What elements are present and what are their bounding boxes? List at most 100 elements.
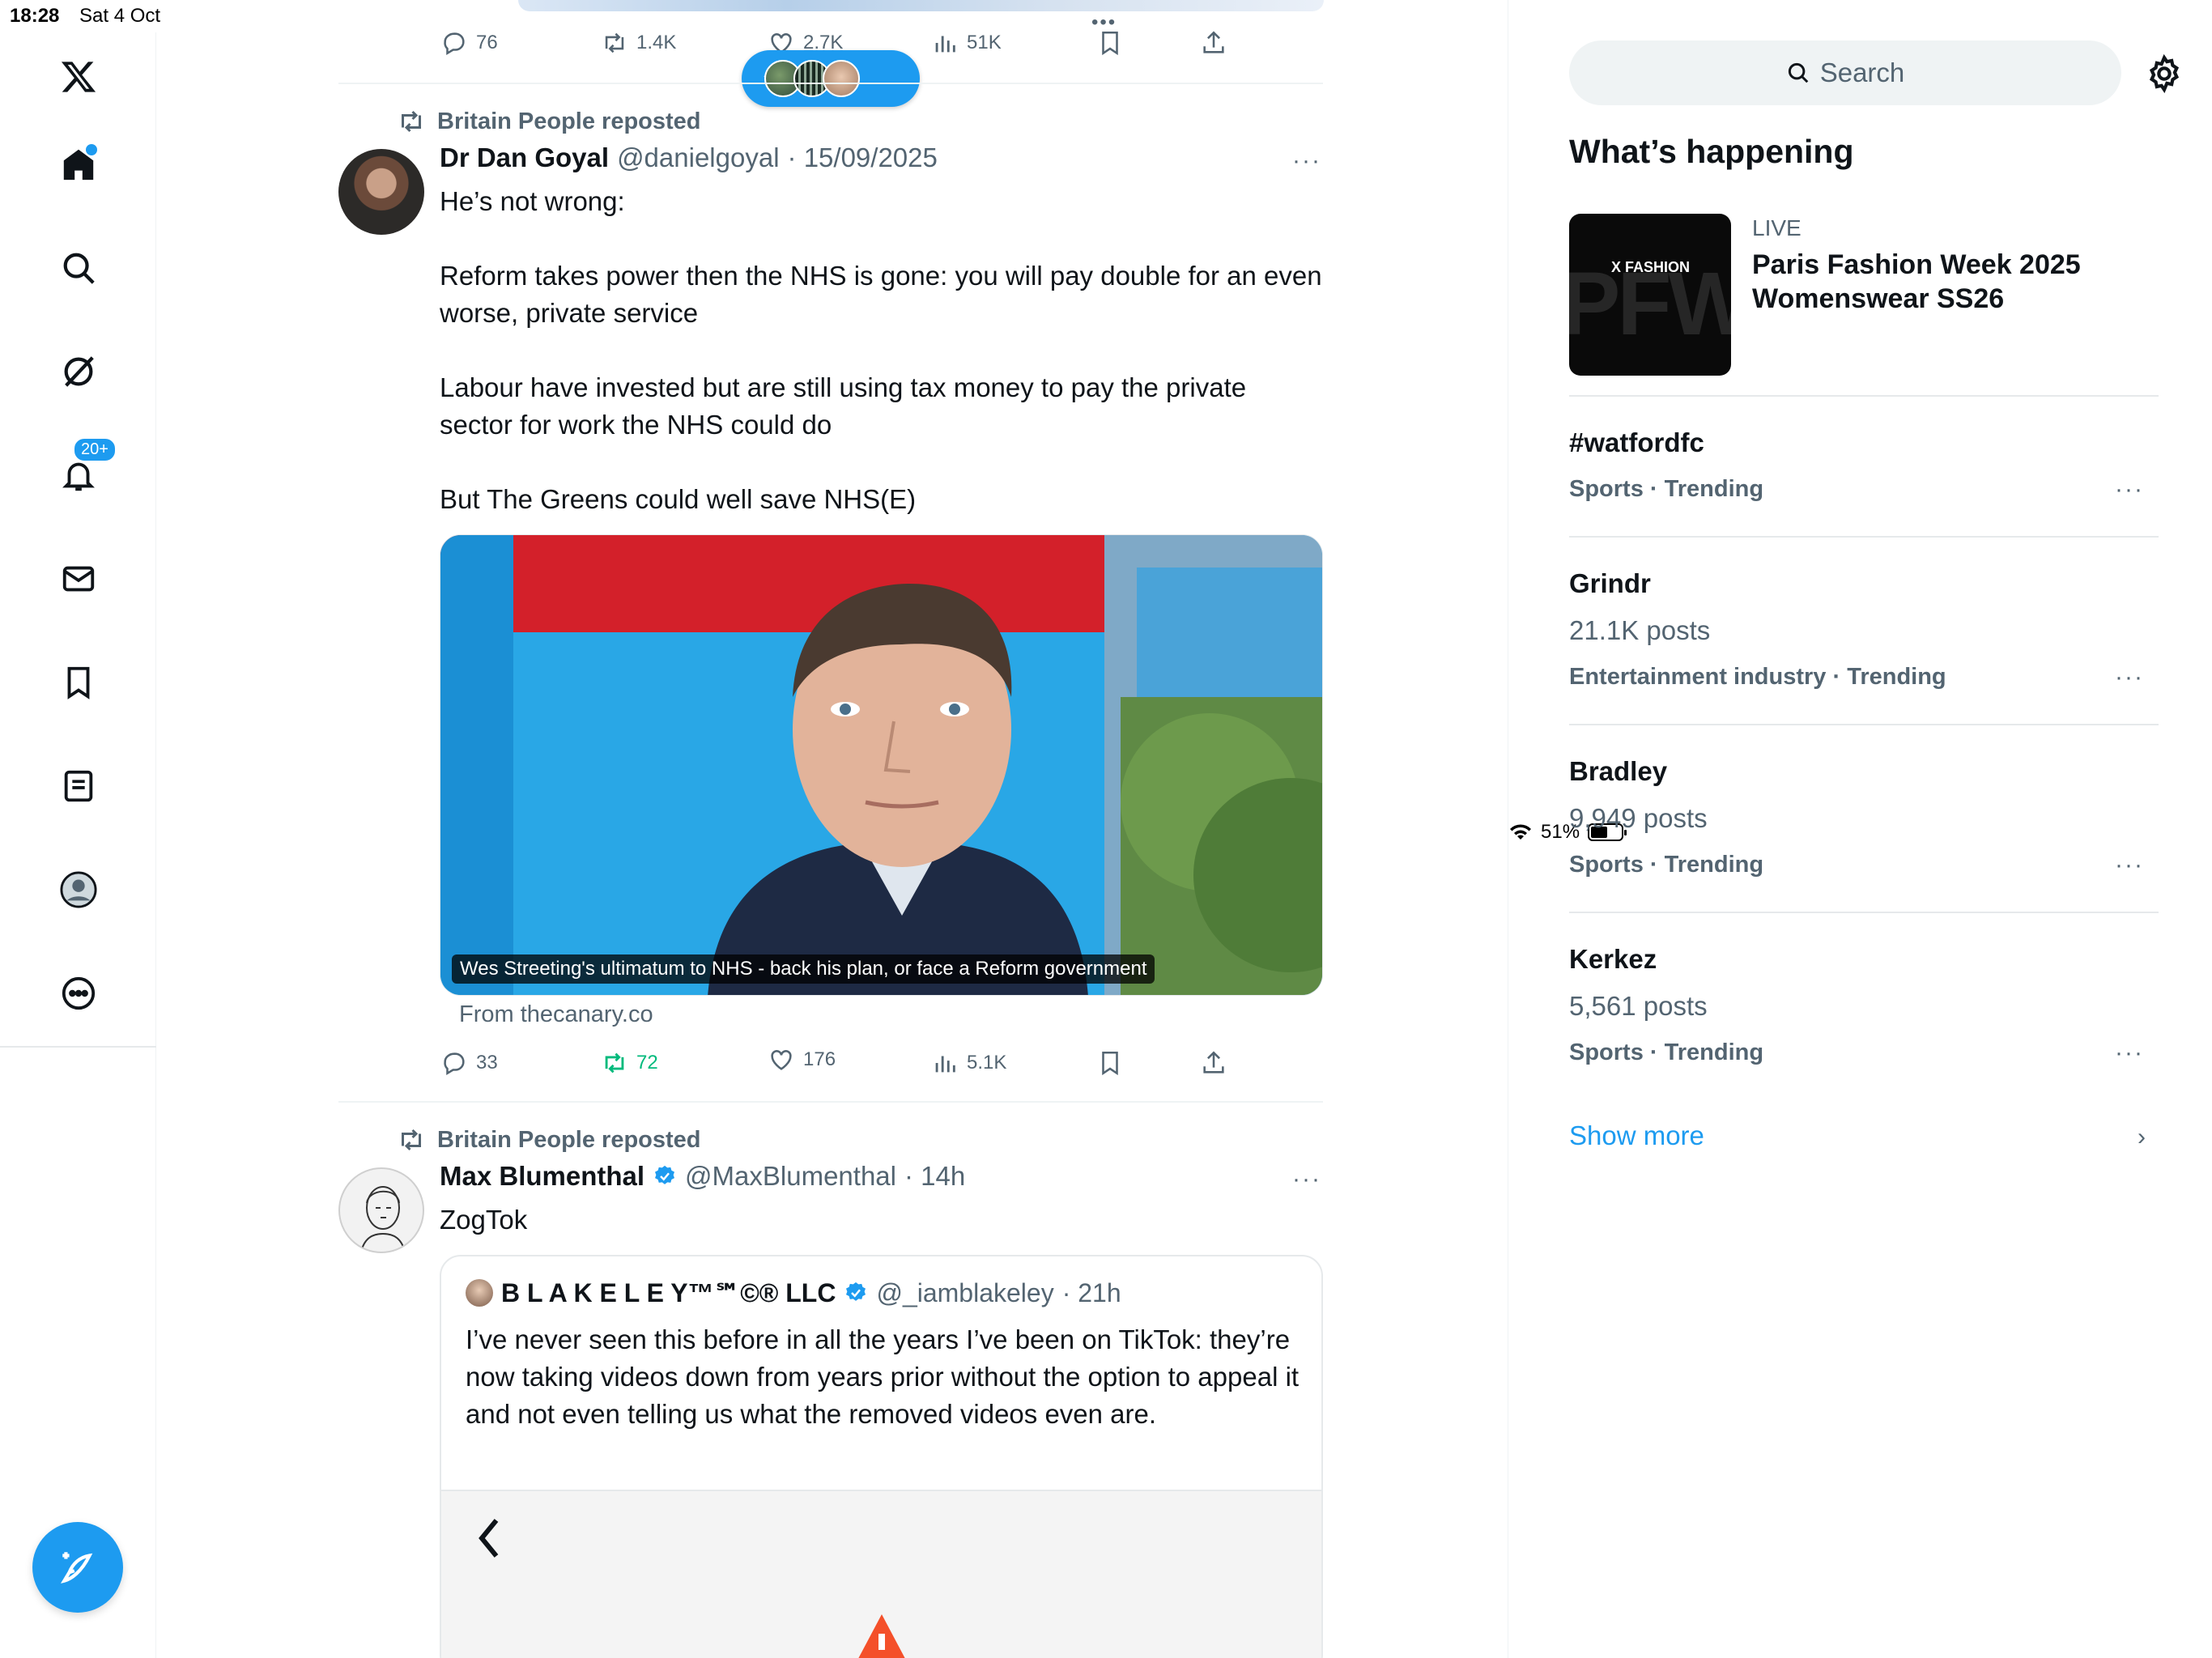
bookmark-button[interactable] xyxy=(1096,1049,1124,1077)
show-more-link[interactable]: Show more xyxy=(1569,1120,1704,1151)
bookmark-icon xyxy=(1102,31,1118,56)
trend-divider xyxy=(1569,536,2159,538)
nav-divider xyxy=(0,1046,156,1048)
bookmark-button-top[interactable] xyxy=(1096,29,1124,57)
views-button-top[interactable]: 51K xyxy=(931,29,1002,57)
settings-gear-icon[interactable] xyxy=(2144,53,2184,94)
featured-trend-live-label: LIVE xyxy=(1752,215,1802,240)
trend-more-icon[interactable]: ··· xyxy=(2115,664,2144,691)
lists-icon[interactable] xyxy=(50,758,107,814)
x-logo-icon[interactable] xyxy=(50,49,107,105)
tweet-divider xyxy=(338,1101,1323,1103)
search-placeholder: Search xyxy=(1819,57,1905,87)
more-icon[interactable] xyxy=(50,965,107,1022)
views-icon xyxy=(935,1056,955,1073)
repost-button[interactable]: 72 xyxy=(601,1049,658,1077)
share-button[interactable] xyxy=(1200,1049,1227,1077)
quoted-tweet-card[interactable]: B L A K E L E Y™℠©® LLC @_iamblakeley · … xyxy=(440,1255,1323,1658)
tweet-author-avatar[interactable] xyxy=(338,149,424,235)
compose-post-button[interactable] xyxy=(32,1522,123,1613)
repost-icon xyxy=(605,32,624,53)
tweet-date[interactable]: · 14h xyxy=(904,1161,965,1192)
trend-more-icon[interactable]: ··· xyxy=(2115,476,2144,504)
search-icon xyxy=(1788,62,1809,83)
tweet-link-card-image[interactable]: Wes Streeting's ultimatum to NHS - back … xyxy=(440,534,1323,996)
quoted-author-handle: @_iamblakeley xyxy=(876,1278,1054,1307)
bookmarks-icon[interactable] xyxy=(50,654,107,711)
tweet-text: ZogTok xyxy=(440,1205,528,1235)
back-chevron-icon[interactable] xyxy=(474,1516,506,1561)
grok-icon[interactable] xyxy=(50,343,107,400)
home-icon[interactable] xyxy=(50,136,107,193)
reply-button-top[interactable]: 76 xyxy=(440,29,498,57)
new-posts-pill[interactable]: ↑ xyxy=(742,50,920,107)
quoted-tweet-date: · 21h xyxy=(1061,1278,1121,1307)
search-icon[interactable] xyxy=(50,240,107,296)
repost-context-label: Britain People reposted xyxy=(437,108,701,134)
repost-icon xyxy=(402,1129,421,1151)
bookmark-icon xyxy=(1102,1051,1118,1076)
verified-badge-icon xyxy=(846,1282,866,1301)
featured-image-label: X FASHION xyxy=(1611,259,1691,275)
news-photo xyxy=(440,535,1322,995)
trend-more-icon[interactable]: ··· xyxy=(2115,1039,2144,1067)
featured-trend-title[interactable]: Paris Fashion Week 2025 Womenswear SS26 xyxy=(1752,248,2173,316)
author-name[interactable]: Dr Dan Goyal xyxy=(440,142,609,173)
repost-button-top[interactable]: 1.4K xyxy=(601,29,676,57)
search-input[interactable]: Search xyxy=(1569,40,2121,105)
tweet-more-icon[interactable]: ··· xyxy=(1292,147,1321,175)
tweet-header: Dr Dan Goyal @danielgoyal · 15/09/2025 xyxy=(440,142,938,173)
repost-context: Britain People reposted xyxy=(397,1125,701,1154)
status-time: 18:28 xyxy=(10,5,60,27)
trend-divider xyxy=(1569,724,2159,725)
quoted-tweet-text: I’ve never seen this before in all the y… xyxy=(466,1324,1300,1429)
left-nav: 20+ xyxy=(0,32,156,1658)
reply-count: 76 xyxy=(476,32,498,53)
repost-count: 72 xyxy=(636,1052,658,1073)
notifications-badge: 20+ xyxy=(73,437,117,462)
quoted-tweet-media[interactable] xyxy=(441,1490,1321,1658)
author-name[interactable]: Max Blumenthal xyxy=(440,1161,644,1192)
link-card-caption: Wes Streeting's ultimatum to NHS - back … xyxy=(452,954,1155,984)
chevron-right-icon: › xyxy=(2138,1124,2146,1150)
trend-category: Sports · Trending xyxy=(1569,1039,1764,1065)
tweet-author-avatar[interactable] xyxy=(338,1167,424,1253)
share-button-top[interactable] xyxy=(1200,29,1227,57)
views-icon xyxy=(935,36,955,53)
trend-posts: 5,561 posts xyxy=(1569,991,1708,1021)
views-button[interactable]: 5.1K xyxy=(931,1049,1006,1077)
messages-icon[interactable] xyxy=(50,551,107,607)
trend-category: Entertainment industry · Trending xyxy=(1569,664,1946,690)
tweet-date[interactable]: · 15/09/2025 xyxy=(788,142,938,173)
share-icon xyxy=(1203,31,1224,53)
reply-icon xyxy=(444,32,465,56)
link-source[interactable]: From thecanary.co xyxy=(459,1001,653,1028)
sketch-portrait xyxy=(360,1186,406,1252)
previous-tweet-image-edge xyxy=(518,0,1324,11)
like-count: 176 xyxy=(803,1048,836,1070)
repost-context-label: Britain People reposted xyxy=(437,1126,701,1153)
tweet-header: Max Blumenthal @MaxBlumenthal · 14h xyxy=(440,1161,965,1192)
profile-avatar-icon[interactable] xyxy=(50,861,107,918)
trend-name[interactable]: #watfordfc xyxy=(1569,427,1704,458)
trend-name[interactable]: Grindr xyxy=(1569,568,1651,599)
featured-trend-image[interactable]: PFW X FASHION xyxy=(1569,214,1731,376)
repost-count: 1.4K xyxy=(636,32,677,53)
repost-icon xyxy=(605,1052,624,1073)
whats-happening-title: What’s happening xyxy=(1569,133,1854,170)
like-button[interactable]: 176 xyxy=(768,1046,836,1073)
tweet-more-icon[interactable]: ··· xyxy=(1292,1166,1321,1193)
reply-button[interactable]: 33 xyxy=(440,1049,498,1077)
trend-category: Sports · Trending xyxy=(1569,852,1764,878)
views-count: 5.1K xyxy=(967,1052,1007,1073)
notifications-icon[interactable]: 20+ xyxy=(50,437,117,504)
trend-name[interactable]: Kerkez xyxy=(1569,944,1657,975)
status-date: Sat 4 Oct xyxy=(79,5,161,27)
trend-name[interactable]: Bradley xyxy=(1569,756,1667,787)
warning-icon xyxy=(858,1614,905,1658)
quoted-tweet-header: B L A K E L E Y™℠©® LLC @_iamblakeley · … xyxy=(466,1278,1121,1308)
author-handle[interactable]: @danielgoyal xyxy=(617,142,779,173)
trend-posts: 21.1K posts xyxy=(1569,615,1711,645)
trend-more-icon[interactable]: ··· xyxy=(2115,852,2144,879)
author-handle[interactable]: @MaxBlumenthal xyxy=(685,1161,896,1192)
